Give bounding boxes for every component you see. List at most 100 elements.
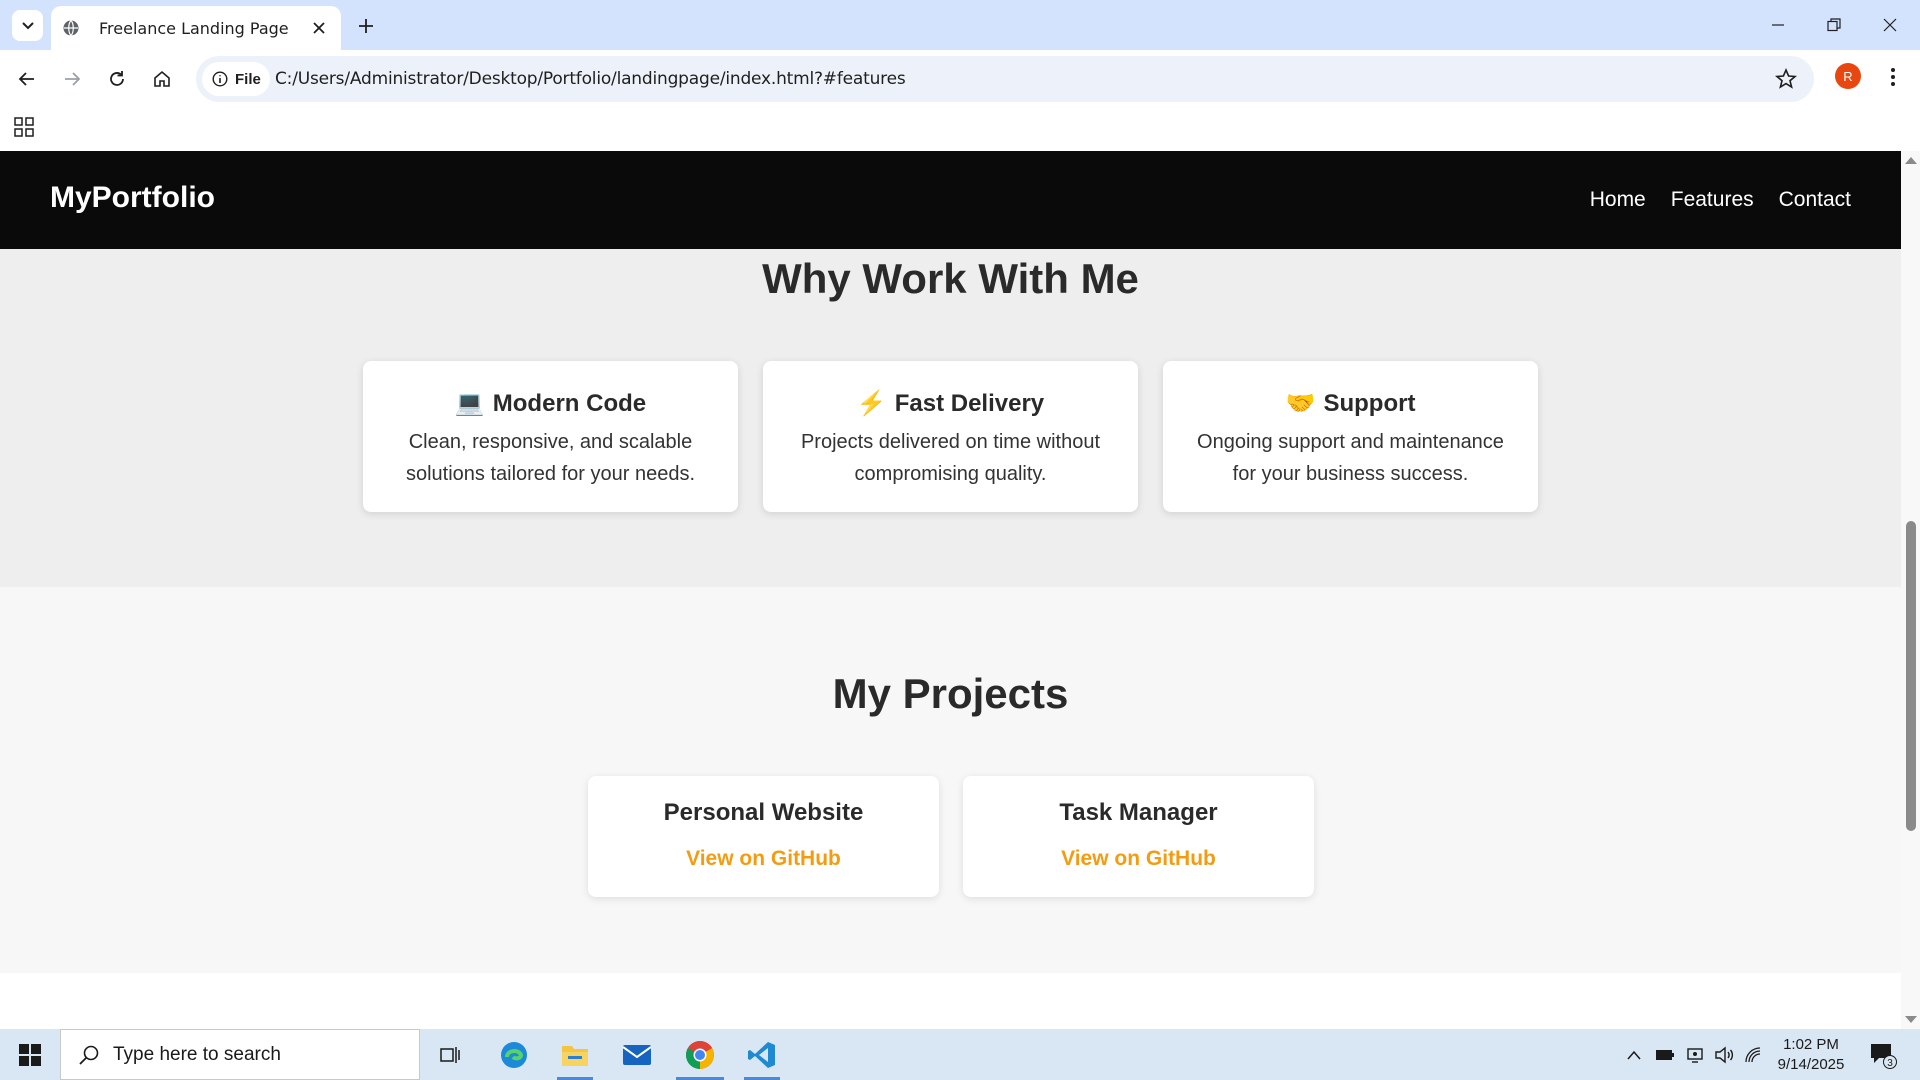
- feature-card: 💻 Modern Code Clean, responsive, and scal…: [363, 361, 738, 512]
- project-title: Task Manager: [1059, 799, 1218, 826]
- forward-button[interactable]: [55, 62, 89, 96]
- taskbar-search-box[interactable]: Type here to search: [60, 1029, 420, 1080]
- github-link[interactable]: View on GitHub: [686, 847, 841, 871]
- chrome-icon: [686, 1040, 714, 1069]
- new-tab-button[interactable]: [352, 12, 380, 40]
- scroll-thumb[interactable]: [1906, 521, 1916, 831]
- taskbar-chrome[interactable]: [672, 1029, 728, 1080]
- notification-count: 3: [1887, 1058, 1893, 1069]
- project-card: Personal Website View on GitHub: [588, 776, 939, 897]
- mail-icon: [622, 1044, 652, 1065]
- nav-link-contact[interactable]: Contact: [1779, 188, 1851, 212]
- vscode-icon: [748, 1041, 775, 1068]
- bookmarks-bar: [0, 108, 1920, 151]
- next-section: [0, 973, 1901, 1029]
- feature-text: Projects delivered on time without compr…: [800, 431, 1101, 485]
- projects-heading: My Projects: [832, 670, 1069, 717]
- minimize-button[interactable]: [1750, 0, 1806, 50]
- lightning-icon: ⚡: [856, 390, 887, 417]
- handshake-icon: 🤝: [1285, 390, 1316, 417]
- taskbar-clock[interactable]: 1:02 PM 9/14/2025: [1766, 1035, 1856, 1075]
- arrow-right-icon: [65, 72, 81, 86]
- chevron-up-icon: [1627, 1050, 1641, 1059]
- battery-icon: [1656, 1049, 1674, 1060]
- feature-text: Clean, responsive, and scalable solution…: [405, 431, 696, 485]
- project-card: Task Manager View on GitHub: [963, 776, 1314, 897]
- minimize-icon: [1772, 24, 1784, 26]
- home-button[interactable]: [145, 62, 179, 96]
- feature-title: Modern Code: [492, 389, 647, 417]
- projects-section: My Projects Personal Website View on Git…: [0, 587, 1901, 973]
- home-icon: [154, 70, 170, 87]
- nav-link-home[interactable]: Home: [1590, 188, 1646, 212]
- restore-button[interactable]: [1806, 0, 1862, 50]
- nav-link-features[interactable]: Features: [1671, 188, 1754, 212]
- page-scrollbar[interactable]: [1901, 151, 1920, 1029]
- back-button[interactable]: [10, 62, 44, 96]
- task-view-icon: [440, 1046, 460, 1063]
- site-brand[interactable]: MyPortfolio: [50, 181, 215, 215]
- url-text[interactable]: C:/Users/Administrator/Desktop/Portfolio…: [275, 69, 906, 89]
- folder-icon: [562, 1045, 588, 1066]
- network-tray[interactable]: [1740, 1029, 1768, 1080]
- clock-time: 1:02 PM: [1783, 1036, 1839, 1053]
- feature-title: Support: [1323, 389, 1416, 417]
- tab-strip: Freelance Landing Page: [0, 0, 1920, 50]
- bookmark-star-icon[interactable]: [1774, 67, 1798, 91]
- site-info-label: File: [235, 70, 261, 88]
- meet-now-tray[interactable]: [1681, 1029, 1709, 1080]
- tab-search-button[interactable]: [12, 10, 43, 41]
- webcam-icon: [1687, 1047, 1703, 1063]
- kebab-menu-icon: [1891, 68, 1895, 86]
- chevron-down-icon: [21, 21, 34, 29]
- browser-tab[interactable]: Freelance Landing Page: [51, 6, 341, 50]
- feature-card: ⚡ Fast Delivery Projects delivered on tim…: [763, 361, 1138, 512]
- volume-tray[interactable]: [1710, 1029, 1738, 1080]
- close-tab-icon[interactable]: [307, 16, 331, 40]
- tab-title: Freelance Landing Page: [99, 18, 289, 38]
- profile-avatar[interactable]: R: [1835, 63, 1861, 89]
- close-icon: [1883, 18, 1897, 32]
- taskbar-file-explorer[interactable]: [547, 1029, 603, 1080]
- edge-browser-icon: [501, 1041, 527, 1068]
- feature-title: Fast Delivery: [894, 389, 1045, 417]
- show-hidden-icons-button[interactable]: [1620, 1029, 1648, 1080]
- apps-grid-icon[interactable]: [13, 116, 35, 138]
- windows-logo-icon: [19, 1043, 41, 1066]
- features-heading: Why Work With Me: [762, 255, 1139, 302]
- restore-icon: [1827, 18, 1841, 32]
- browser-menu-button[interactable]: [1880, 62, 1906, 92]
- feature-card: 🤝 Support Ongoing support and maintenance…: [1163, 361, 1538, 512]
- reload-icon: [110, 71, 124, 86]
- globe-icon: [62, 19, 80, 37]
- page-viewport: MyPortfolio Home Features Contact Why Wo…: [0, 151, 1901, 1029]
- scroll-up-arrow-icon[interactable]: [1905, 157, 1917, 164]
- notification-icon: 3: [1871, 1043, 1897, 1069]
- notification-center-button[interactable]: 3: [1862, 1029, 1902, 1080]
- site-info-chip[interactable]: File: [202, 62, 270, 96]
- taskbar-search-placeholder: Type here to search: [113, 1043, 281, 1065]
- reload-button[interactable]: [100, 62, 134, 96]
- wifi-icon: [1745, 1046, 1761, 1062]
- arrow-left-icon: [18, 72, 34, 86]
- start-button[interactable]: [0, 1029, 60, 1080]
- task-view-button[interactable]: [422, 1029, 478, 1080]
- project-title: Personal Website: [663, 799, 864, 826]
- close-window-button[interactable]: [1862, 0, 1918, 50]
- search-icon: [79, 1045, 99, 1065]
- battery-tray[interactable]: [1651, 1029, 1679, 1080]
- laptop-icon: 💻: [454, 390, 485, 417]
- browser-toolbar: File C:/Users/Administrator/Desktop/Port…: [0, 50, 1920, 108]
- clock-date: 9/14/2025: [1777, 1056, 1845, 1073]
- taskbar-mail[interactable]: [609, 1029, 665, 1080]
- address-bar[interactable]: File C:/Users/Administrator/Desktop/Port…: [196, 56, 1814, 102]
- info-icon: [212, 71, 228, 87]
- scroll-down-arrow-icon[interactable]: [1905, 1016, 1917, 1023]
- taskbar-edge[interactable]: [486, 1029, 542, 1080]
- features-section: Why Work With Me 💻 Modern Code Clean, res…: [0, 249, 1901, 587]
- github-link[interactable]: View on GitHub: [1061, 847, 1216, 871]
- taskbar-vscode[interactable]: [734, 1029, 790, 1080]
- windows-taskbar: Type here to search 1:02 PM 9/14/2025 3: [0, 1029, 1920, 1080]
- speaker-icon: [1715, 1046, 1734, 1063]
- feature-text: Ongoing support and maintenance for your…: [1197, 431, 1504, 485]
